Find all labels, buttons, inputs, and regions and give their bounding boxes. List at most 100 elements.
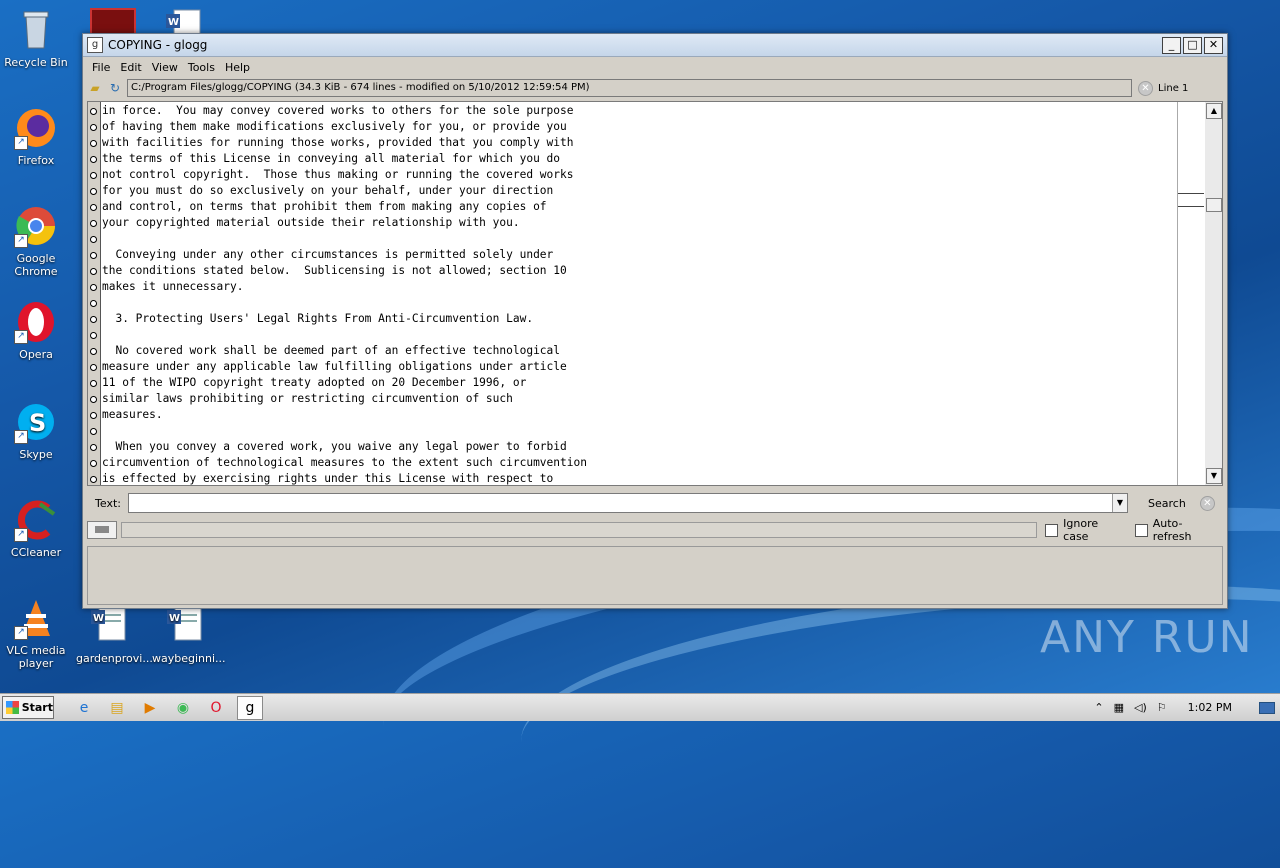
line-marker-icon[interactable]: [90, 140, 97, 147]
log-line[interactable]: the conditions stated below. Sublicensin…: [102, 263, 587, 279]
log-text-view[interactable]: in force. You may convey covered works t…: [87, 101, 1223, 486]
line-marker-icon[interactable]: [90, 476, 97, 483]
scrollbar-thumb[interactable]: [1206, 198, 1222, 212]
log-line[interactable]: is effected by exercising rights under t…: [102, 471, 587, 487]
vertical-scrollbar[interactable]: ▲ ▼: [1205, 102, 1222, 485]
auto-refresh-checkbox[interactable]: [1134, 523, 1148, 537]
log-line[interactable]: your copyrighted material outside their …: [102, 215, 587, 231]
chevron-down-icon[interactable]: ▼: [1112, 494, 1127, 512]
show-desktop-icon[interactable]: [1259, 701, 1275, 714]
desktop-icon-chrome[interactable]: ↗ Google Chrome: [1, 204, 71, 278]
network-icon[interactable]: ▦: [1114, 701, 1124, 714]
title-bar[interactable]: g COPYING - glogg _ □ ✕: [83, 34, 1227, 57]
log-line[interactable]: not control copyright. Those thus making…: [102, 167, 587, 183]
menu-file[interactable]: File: [87, 61, 115, 74]
menu-help[interactable]: Help: [220, 61, 255, 74]
glogg-taskbar-icon[interactable]: g: [237, 695, 263, 720]
volume-icon[interactable]: ◁): [1134, 701, 1147, 714]
show-hidden-icons-icon[interactable]: ⌃: [1094, 701, 1103, 714]
opera-icon[interactable]: O: [204, 697, 228, 719]
line-marker-icon[interactable]: [90, 316, 97, 323]
maximize-button[interactable]: □: [1183, 36, 1202, 54]
chrome-icon[interactable]: ◉: [171, 697, 195, 719]
line-marker-icon[interactable]: [90, 156, 97, 163]
line-marker-icon[interactable]: [90, 124, 97, 131]
line-marker-icon[interactable]: [90, 284, 97, 291]
desktop-icon-ccleaner[interactable]: ↗ CCleaner: [1, 498, 71, 559]
clear-search-icon[interactable]: ✕: [1199, 495, 1215, 511]
line-marker-icon[interactable]: [90, 268, 97, 275]
word-document-icon[interactable]: W: [164, 8, 208, 35]
line-marker-icon[interactable]: [90, 396, 97, 403]
folder-icon[interactable]: ▰: [87, 80, 103, 96]
line-marker-icon[interactable]: [90, 364, 97, 371]
file-explorer-icon[interactable]: ▤: [105, 697, 129, 719]
log-line[interactable]: with facilities for running those works,…: [102, 135, 587, 151]
line-marker-icon[interactable]: [90, 332, 97, 339]
desktop-icon-skype[interactable]: S ↗ Skype: [1, 400, 71, 461]
scroll-down-arrow-icon[interactable]: ▼: [1206, 468, 1222, 484]
line-gutter: [88, 102, 101, 485]
search-button[interactable]: Search: [1148, 497, 1186, 510]
line-marker-icon[interactable]: [90, 188, 97, 195]
ignore-case-checkbox[interactable]: [1045, 523, 1059, 537]
line-marker-icon[interactable]: [90, 460, 97, 467]
line-marker-icon[interactable]: [90, 220, 97, 227]
line-marker-icon[interactable]: [90, 444, 97, 451]
overview-bar[interactable]: [1177, 102, 1204, 485]
menu-tools[interactable]: Tools: [183, 61, 220, 74]
ignore-case-option[interactable]: Ignore case: [1045, 517, 1127, 543]
log-line[interactable]: measure under any applicable law fulfill…: [102, 359, 587, 375]
line-marker-icon[interactable]: [90, 428, 97, 435]
action-center-flag-icon[interactable]: ⚐: [1157, 701, 1167, 714]
log-line[interactable]: in force. You may convey covered works t…: [102, 103, 587, 119]
line-marker-icon[interactable]: [90, 348, 97, 355]
scroll-up-arrow-icon[interactable]: ▲: [1206, 103, 1222, 119]
log-line[interactable]: the terms of this License in conveying a…: [102, 151, 587, 167]
log-line[interactable]: makes it unnecessary.: [102, 279, 587, 295]
auto-refresh-option[interactable]: Auto-refresh: [1134, 517, 1221, 543]
desktop-icon-doc-garden[interactable]: W gardenprovi...: [76, 604, 153, 665]
log-line[interactable]: [102, 231, 587, 247]
log-line[interactable]: and control, on terms that prohibit them…: [102, 199, 587, 215]
log-line[interactable]: similar laws prohibiting or restricting …: [102, 391, 587, 407]
log-line[interactable]: [102, 327, 587, 343]
log-line[interactable]: measures.: [102, 407, 587, 423]
log-line[interactable]: No covered work shall be deemed part of …: [102, 343, 587, 359]
clock[interactable]: 1:02 PM: [1188, 701, 1232, 714]
log-line[interactable]: of having them make modifications exclus…: [102, 119, 587, 135]
desktop-icon-vlc[interactable]: ↗ VLC media player: [1, 596, 71, 670]
close-button[interactable]: ✕: [1204, 36, 1223, 54]
internet-explorer-icon[interactable]: e: [72, 697, 96, 719]
search-text-combobox[interactable]: ▼: [128, 493, 1128, 513]
log-line[interactable]: Conveying under any other circumstances …: [102, 247, 587, 263]
line-marker-icon[interactable]: [90, 172, 97, 179]
log-line[interactable]: circumvention of technological measures …: [102, 455, 587, 471]
line-marker-icon[interactable]: [90, 300, 97, 307]
menu-view[interactable]: View: [147, 61, 183, 74]
desktop-icon-opera[interactable]: ↗ Opera: [1, 300, 71, 361]
reload-icon[interactable]: ↻: [107, 80, 123, 96]
media-player-icon[interactable]: ▶: [138, 697, 162, 719]
log-line[interactable]: for you must do so exclusively on your b…: [102, 183, 587, 199]
log-line[interactable]: 3. Protecting Users' Legal Rights From A…: [102, 311, 587, 327]
search-type-button[interactable]: [87, 521, 117, 539]
filtered-results-view[interactable]: [87, 546, 1223, 605]
desktop-icon-firefox[interactable]: ↗ Firefox: [1, 106, 71, 167]
desktop-icon-recycle-bin[interactable]: Recycle Bin: [1, 8, 71, 69]
log-line[interactable]: [102, 423, 587, 439]
log-line[interactable]: When you convey a covered work, you waiv…: [102, 439, 587, 455]
start-button[interactable]: Start: [2, 696, 54, 719]
line-marker-icon[interactable]: [90, 412, 97, 419]
desktop-icon-doc-way[interactable]: W waybeginni...: [152, 604, 226, 665]
log-line[interactable]: [102, 295, 587, 311]
minimize-button[interactable]: _: [1162, 36, 1181, 54]
log-line[interactable]: 11 of the WIPO copyright treaty adopted …: [102, 375, 587, 391]
line-marker-icon[interactable]: [90, 252, 97, 259]
line-marker-icon[interactable]: [90, 380, 97, 387]
line-marker-icon[interactable]: [90, 236, 97, 243]
stop-loading-icon[interactable]: ✕: [1138, 80, 1153, 96]
line-marker-icon[interactable]: [90, 204, 97, 211]
line-marker-icon[interactable]: [90, 108, 97, 115]
menu-edit[interactable]: Edit: [115, 61, 146, 74]
